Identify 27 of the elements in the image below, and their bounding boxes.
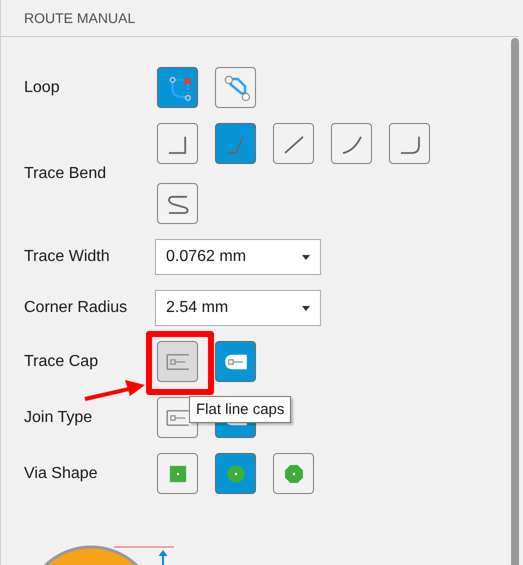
dropdown[interactable]: 2.54 mm xyxy=(155,290,321,326)
field-label: Trace Bend xyxy=(24,164,108,182)
toggle-button[interactable] xyxy=(331,123,372,164)
field-label: Trace Cap xyxy=(24,352,100,370)
toggle-button[interactable] xyxy=(157,453,198,494)
toggle-button[interactable] xyxy=(215,453,256,494)
field-label: Loop xyxy=(24,78,61,96)
toggle-button[interactable] xyxy=(215,123,256,164)
toggle-button[interactable] xyxy=(157,67,198,108)
field-label: Join Type xyxy=(24,408,94,426)
toggle-button[interactable] xyxy=(157,341,198,382)
field-label: Corner Radius xyxy=(24,299,128,317)
panel-title: ROUTE MANUAL xyxy=(24,10,136,26)
toggle-button[interactable] xyxy=(273,453,314,494)
scrollbar[interactable] xyxy=(511,38,519,565)
toggle-button[interactable] xyxy=(157,183,198,224)
toggle-button[interactable] xyxy=(273,123,314,164)
field-label: Via Shape xyxy=(24,464,99,482)
tooltip: Flat line caps xyxy=(189,396,292,423)
field-label: Trace Width xyxy=(24,248,111,266)
dropdown[interactable]: 0.0762 mm xyxy=(155,239,321,275)
toggle-button[interactable] xyxy=(215,67,256,108)
caret-icon xyxy=(302,254,310,260)
toggle-button[interactable] xyxy=(157,123,198,164)
toggle-button[interactable] xyxy=(215,341,256,382)
toggle-button[interactable] xyxy=(389,123,430,164)
caret-icon xyxy=(302,306,310,310)
